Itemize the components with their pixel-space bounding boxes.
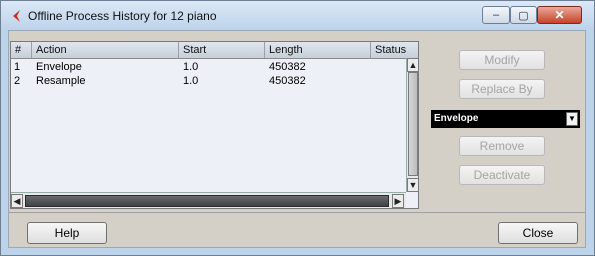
row-length: 450382: [269, 75, 306, 87]
horizontal-scroll-thumb[interactable]: [25, 195, 389, 207]
scroll-up-button[interactable]: ▲: [407, 58, 419, 72]
scroll-right-button[interactable]: ▶: [392, 194, 404, 208]
close-icon: ✕: [554, 8, 565, 22]
horizontal-scrollbar[interactable]: ◀ ▶: [11, 192, 406, 208]
replace-by-button[interactable]: Replace By: [459, 79, 545, 99]
chevron-down-icon: ▼: [408, 180, 418, 190]
help-button[interactable]: Help: [27, 222, 107, 244]
minimize-button[interactable]: ‒: [482, 6, 510, 24]
chevron-up-icon: ▲: [408, 60, 418, 70]
title-bar[interactable]: Offline Process History for 12 piano ‒ ▢…: [1, 1, 594, 31]
chevron-left-icon: ◀: [13, 196, 21, 206]
row-number: 2: [14, 75, 21, 87]
remove-button[interactable]: Remove: [459, 136, 545, 156]
modify-button[interactable]: Modify: [459, 50, 545, 70]
scroll-left-button[interactable]: ◀: [11, 194, 23, 208]
column-header-status[interactable]: Status: [371, 42, 418, 58]
column-header-start[interactable]: Start: [179, 42, 265, 58]
close-window-button[interactable]: ✕: [537, 6, 582, 24]
table-row[interactable]: 2 Resample 1.0 450382: [11, 74, 405, 88]
chevron-down-icon[interactable]: ▼: [566, 112, 578, 126]
vertical-scroll-thumb[interactable]: [408, 72, 418, 176]
maximize-icon: ▢: [518, 9, 529, 22]
process-select[interactable]: Envelope ▼: [431, 110, 580, 128]
app-icon: [13, 10, 20, 22]
table-row[interactable]: 1 Envelope 1.0 450382: [11, 60, 405, 74]
history-table: # Action Start Length Status 1 Envelope …: [10, 41, 419, 209]
vertical-scrollbar[interactable]: ▲ ▼: [406, 58, 419, 192]
row-length: 450382: [269, 61, 306, 73]
row-start: 1.0: [183, 75, 199, 87]
minimize-icon: ‒: [492, 9, 500, 21]
column-header-length[interactable]: Length: [265, 42, 371, 58]
column-header-action[interactable]: Action: [32, 42, 179, 58]
scroll-down-button[interactable]: ▼: [407, 178, 419, 192]
row-action: Resample: [36, 75, 86, 87]
row-start: 1.0: [183, 61, 199, 73]
deactivate-button[interactable]: Deactivate: [459, 165, 545, 185]
row-number: 1: [14, 61, 21, 73]
row-action: Envelope: [36, 61, 82, 73]
table-header: # Action Start Length Status: [11, 42, 418, 59]
footer-divider: [9, 212, 585, 213]
column-header-number[interactable]: #: [11, 42, 32, 58]
maximize-button[interactable]: ▢: [510, 6, 537, 24]
window-title: Offline Process History for 12 piano: [28, 9, 217, 23]
chevron-right-icon: ▶: [394, 196, 402, 206]
caption-buttons: ‒ ▢ ✕: [482, 6, 584, 28]
process-select-value: Envelope: [434, 113, 479, 124]
close-button[interactable]: Close: [498, 222, 578, 244]
